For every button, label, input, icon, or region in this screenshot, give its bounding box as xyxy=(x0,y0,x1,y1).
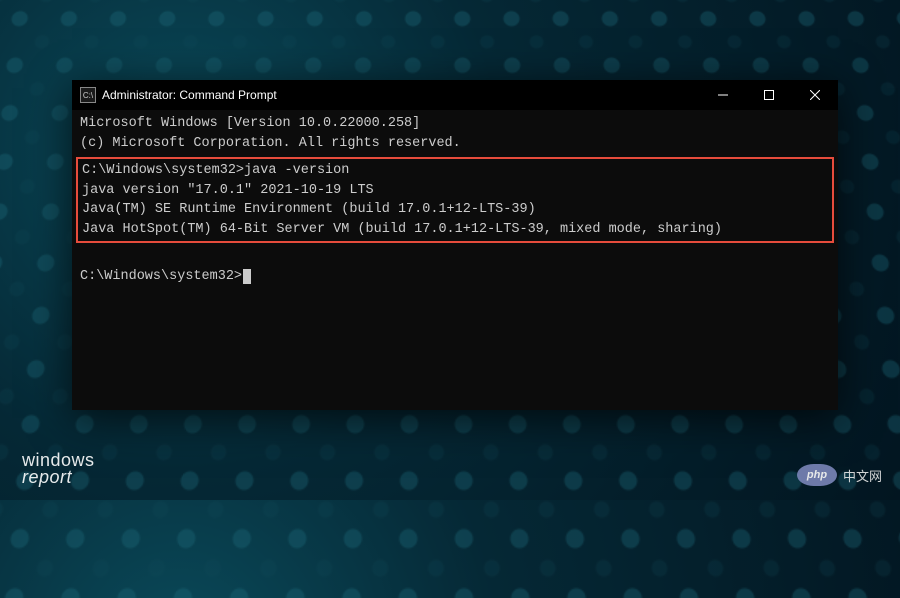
command-input: java -version xyxy=(244,163,349,178)
prompt-path: C:\Windows\system32> xyxy=(82,163,244,178)
minimize-button[interactable] xyxy=(700,80,746,110)
java-runtime-line: Java(TM) SE Runtime Environment (build 1… xyxy=(82,202,536,217)
os-version-line: Microsoft Windows [Version 10.0.22000.25… xyxy=(80,116,420,131)
java-version-line: java version "17.0.1" 2021-10-19 LTS xyxy=(82,183,374,198)
maximize-button[interactable] xyxy=(746,80,792,110)
text-cursor xyxy=(243,269,251,284)
copyright-line: (c) Microsoft Corporation. All rights re… xyxy=(80,136,461,151)
cmd-icon: C:\ xyxy=(80,87,96,103)
watermark-line2: report xyxy=(22,469,95,486)
php-cn-text: 中文网 xyxy=(843,466,882,485)
php-cn-watermark: php 中文网 xyxy=(797,464,882,486)
java-hotspot-line: Java HotSpot(TM) 64-Bit Server VM (build… xyxy=(82,222,722,237)
maximize-icon xyxy=(764,90,774,100)
highlighted-output: C:\Windows\system32>java -version java v… xyxy=(76,157,834,243)
terminal-output[interactable]: Microsoft Windows [Version 10.0.22000.25… xyxy=(72,110,838,410)
windowsreport-watermark: windows report xyxy=(22,452,95,486)
close-button[interactable] xyxy=(792,80,838,110)
window-controls xyxy=(700,80,838,110)
titlebar[interactable]: C:\ Administrator: Command Prompt xyxy=(72,80,838,110)
php-logo-icon: php xyxy=(797,464,837,486)
close-icon xyxy=(810,90,820,100)
prompt-path: C:\Windows\system32> xyxy=(80,269,242,284)
minimize-icon xyxy=(718,90,728,100)
window-title: Administrator: Command Prompt xyxy=(102,88,277,102)
command-prompt-window: C:\ Administrator: Command Prompt Micros… xyxy=(72,80,838,410)
